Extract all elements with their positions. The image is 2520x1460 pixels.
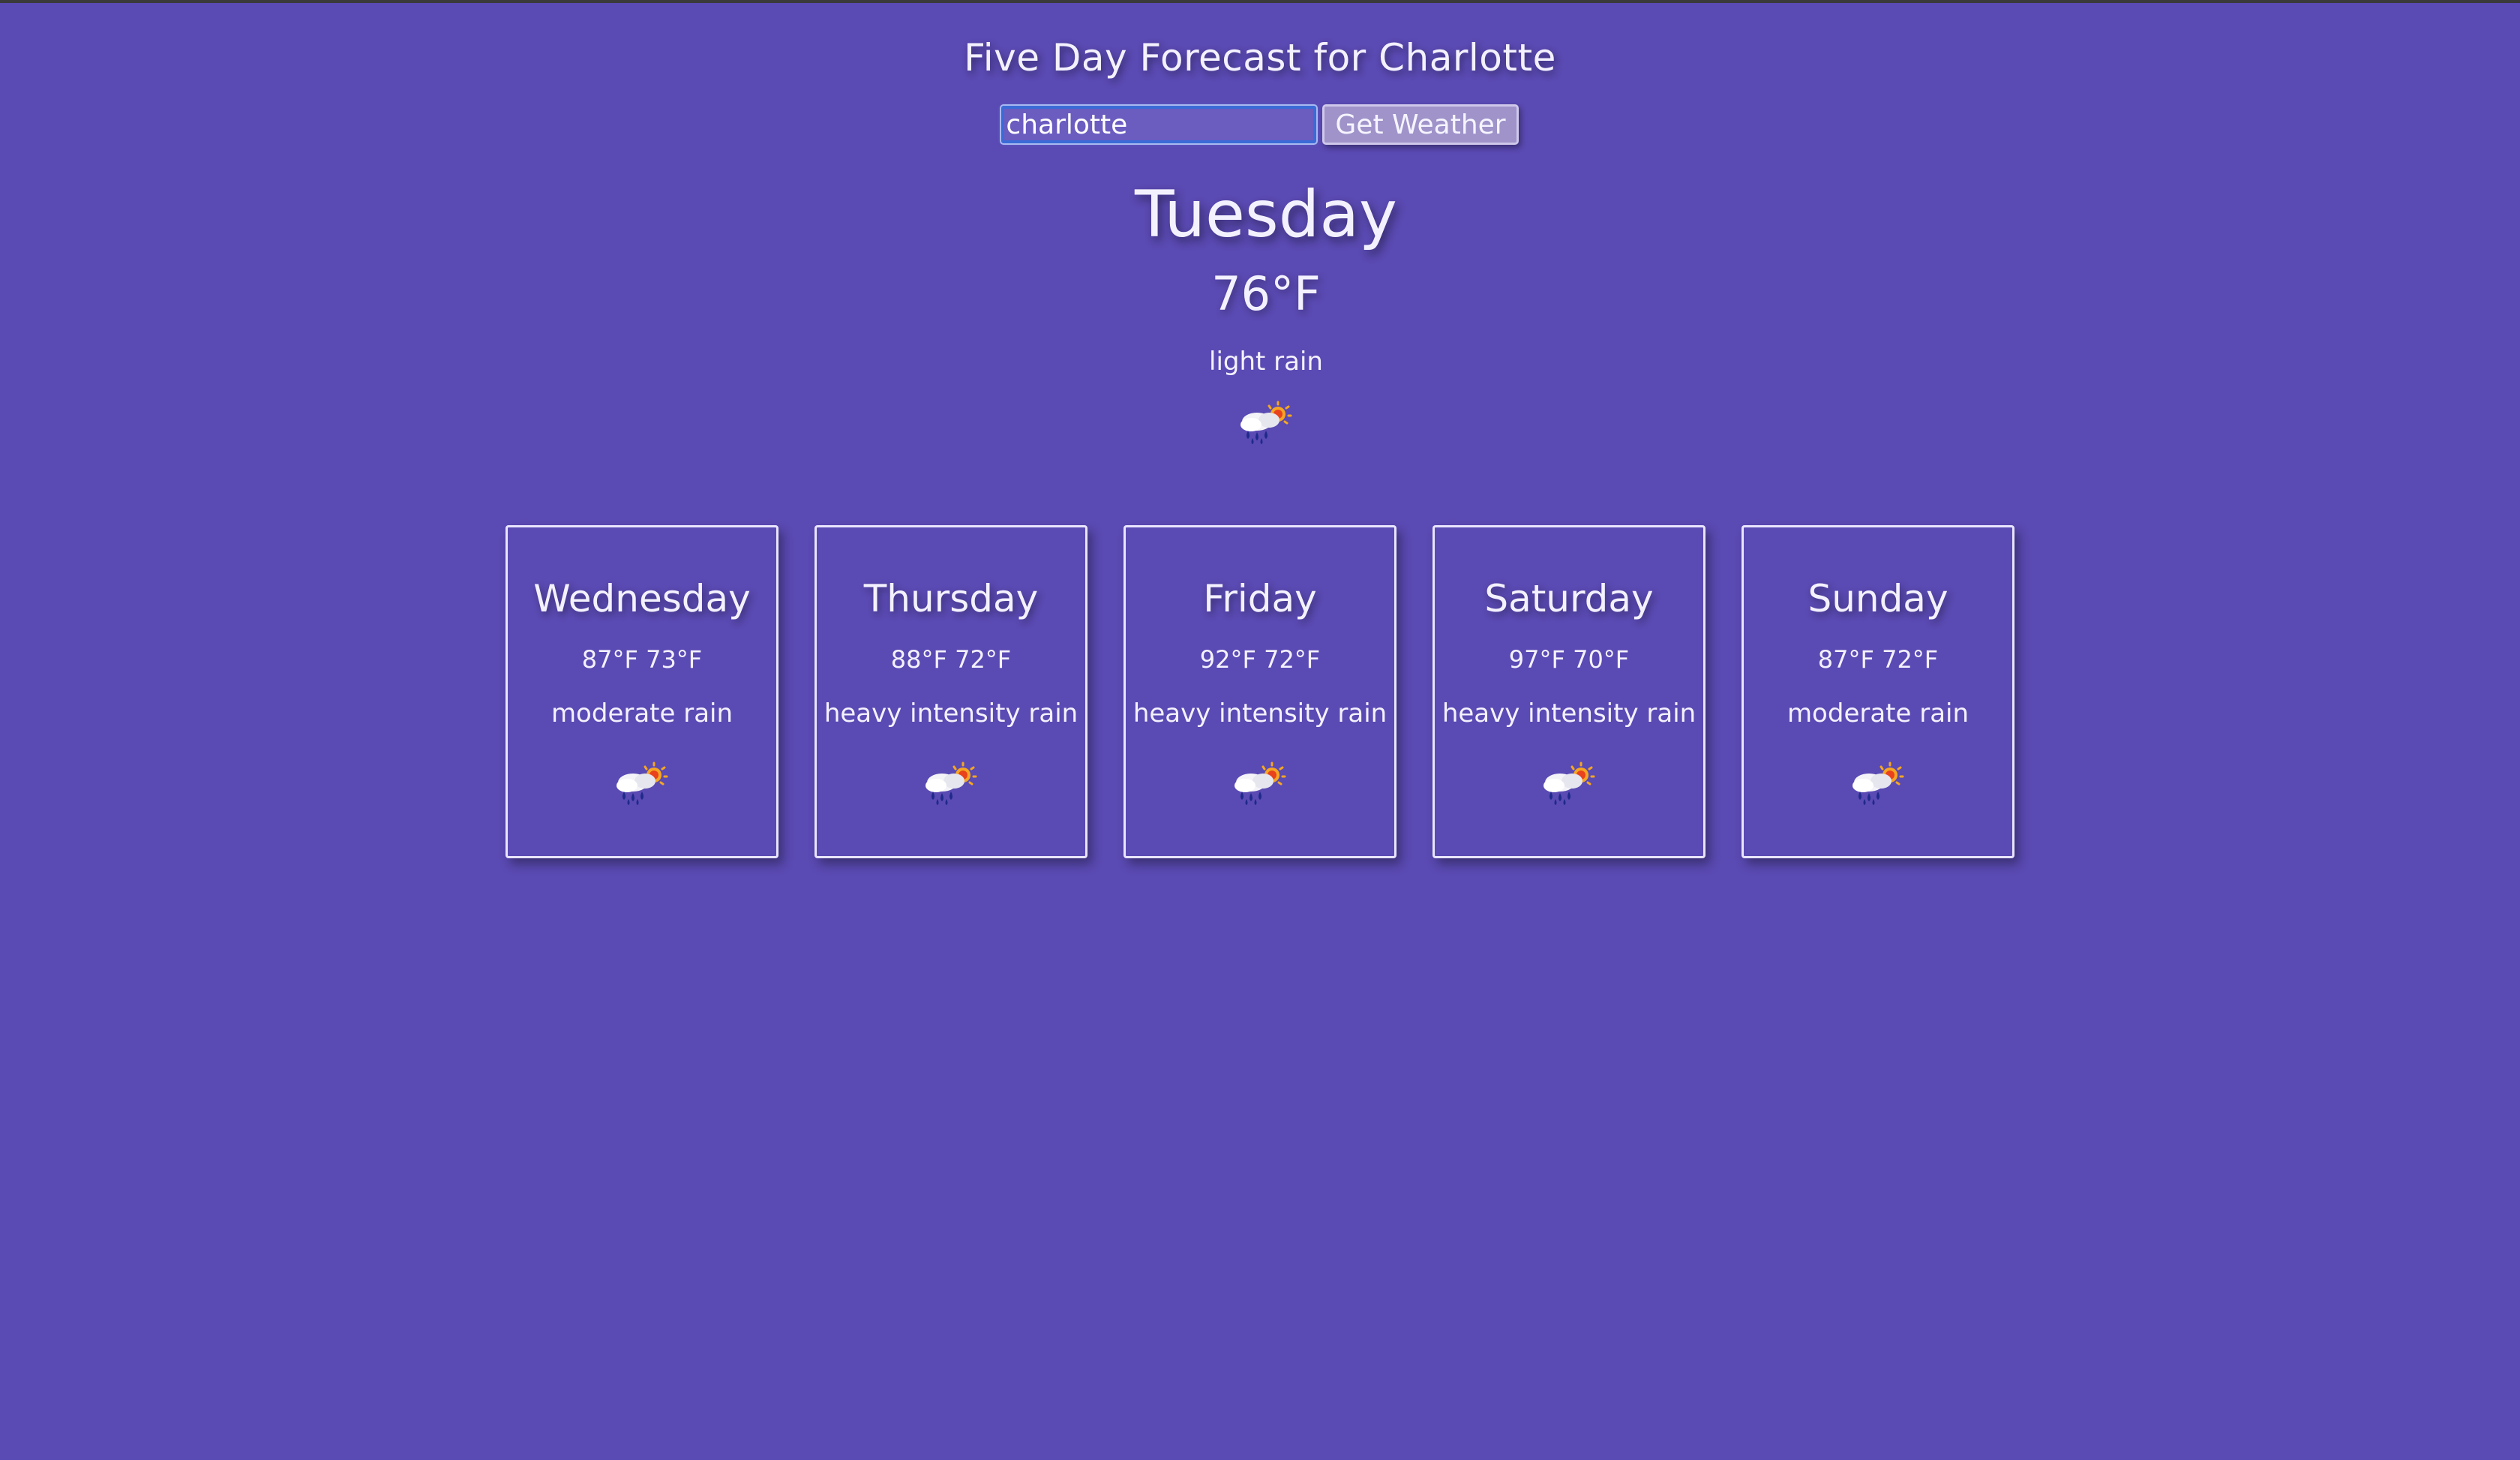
forecast-description: moderate rain (1786, 698, 1970, 728)
weather-app: Five Day Forecast for Charlotte Get Weat… (0, 3, 2520, 452)
forecast-description: moderate rain (550, 698, 734, 728)
forecast-day: Saturday (1484, 577, 1654, 620)
today-temperature: 76°F (1211, 266, 1321, 321)
forecast-day: Sunday (1808, 577, 1948, 620)
forecast-temperatures: 92°F 72°F (1199, 645, 1321, 674)
rain-sun-icon (1848, 760, 1908, 808)
forecast-cards: Wednesday 87°F 73°F moderate rain Thursd… (506, 525, 2014, 858)
forecast-day: Wednesday (533, 577, 751, 620)
forecast-card-friday: Friday 92°F 72°F heavy intensity rain (1124, 525, 1396, 858)
forecast-icon-wrap (508, 760, 776, 808)
forecast-temperatures: 87°F 73°F (581, 645, 703, 674)
rain-sun-icon (1230, 760, 1290, 808)
forecast-icon-wrap (1744, 760, 2012, 808)
city-search-input[interactable] (1000, 104, 1318, 145)
forecast-day: Friday (1203, 577, 1317, 620)
rain-sun-icon (612, 760, 672, 808)
get-weather-button[interactable]: Get Weather (1322, 104, 1519, 145)
forecast-temperatures: 88°F 72°F (890, 645, 1012, 674)
search-bar: Get Weather (0, 102, 2520, 147)
forecast-temperatures: 97°F 70°F (1508, 645, 1630, 674)
forecast-description: heavy intensity rain (1442, 698, 1696, 728)
page-title: Five Day Forecast for Charlotte (964, 36, 1556, 80)
forecast-card-sunday: Sunday 87°F 72°F moderate rain (1742, 525, 2014, 858)
rain-sun-icon (921, 760, 981, 808)
rain-sun-icon (1236, 399, 1296, 447)
forecast-description: heavy intensity rain (1132, 698, 1388, 728)
forecast-description: heavy intensity rain (824, 698, 1078, 728)
today-day: Tuesday (1135, 177, 1397, 252)
forecast-icon-wrap (1435, 760, 1703, 808)
forecast-card-thursday: Thursday 88°F 72°F heavy intensity rain (814, 525, 1088, 858)
today-description: light rain (1209, 347, 1323, 377)
forecast-card-saturday: Saturday 97°F 70°F heavy intensity rain (1432, 525, 1706, 858)
forecast-day: Thursday (863, 577, 1039, 620)
forecast-icon-wrap (1126, 760, 1394, 808)
rain-sun-icon (1539, 760, 1599, 808)
forecast-temperatures: 87°F 72°F (1817, 645, 1939, 674)
forecast-card-wednesday: Wednesday 87°F 73°F moderate rain (506, 525, 778, 858)
today-weather (0, 399, 2520, 452)
forecast-icon-wrap (817, 760, 1085, 808)
